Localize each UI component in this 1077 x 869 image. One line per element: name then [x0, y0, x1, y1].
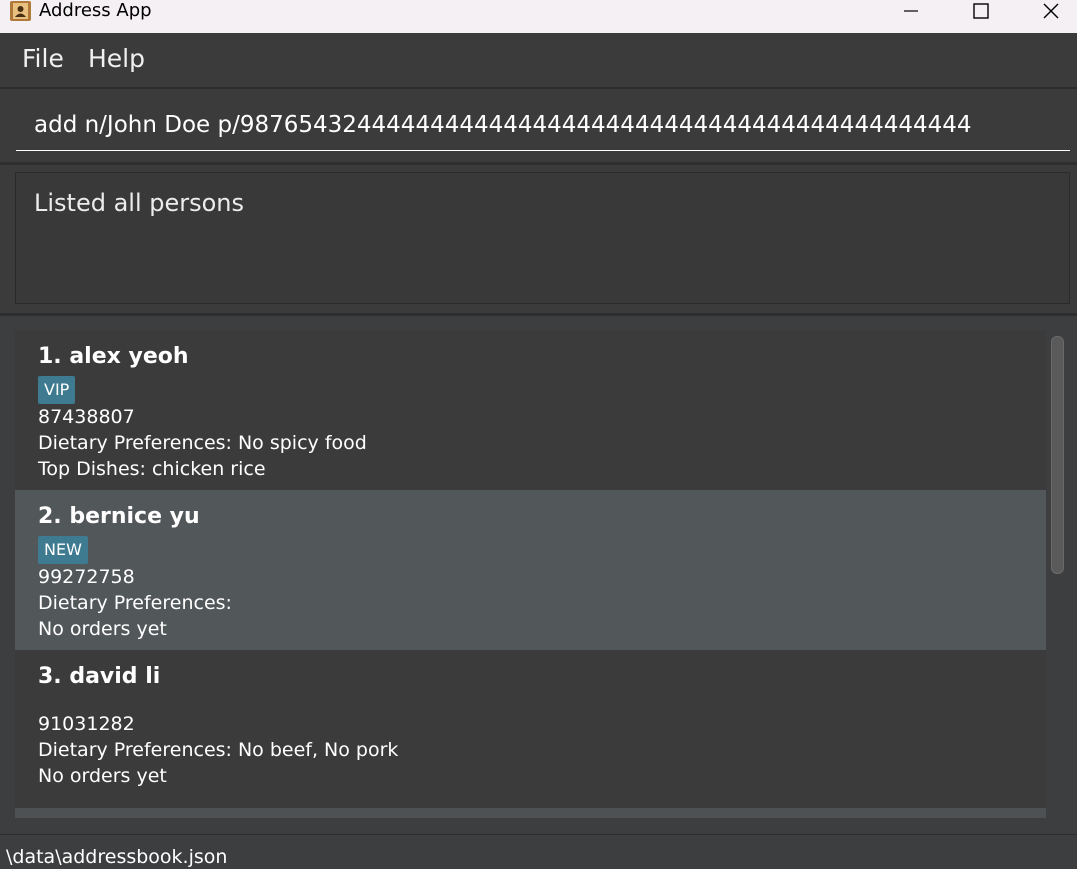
close-button[interactable]: [1028, 0, 1074, 24]
maximize-icon: [973, 3, 989, 19]
person-top-dishes: No orders yet: [38, 765, 167, 787]
result-message: Listed all persons: [34, 189, 245, 217]
window-title: Address App: [39, 0, 152, 21]
person-phone: 91031282: [38, 713, 135, 735]
person-phone: 87438807: [38, 406, 135, 428]
command-input[interactable]: [16, 99, 1070, 151]
close-icon: [1043, 3, 1059, 19]
person-dietary: Dietary Preferences:: [38, 592, 232, 614]
address-book-icon: [10, 1, 31, 21]
list-scrollbar[interactable]: [1051, 336, 1064, 574]
maximize-button[interactable]: [958, 0, 1004, 24]
person-dietary: Dietary Preferences: No spicy food: [38, 432, 367, 454]
result-display-panel: Listed all persons: [0, 165, 1077, 316]
person-list-panel: 1. alex yeoh VIP 87438807 Dietary Prefer…: [0, 316, 1077, 834]
menu-bar: File Help: [0, 33, 1077, 89]
tag-badge: NEW: [38, 536, 88, 564]
person-list[interactable]: 1. alex yeoh VIP 87438807 Dietary Prefer…: [15, 330, 1046, 818]
person-name: 3. david li: [38, 664, 161, 689]
title-bar: Address App: [0, 0, 1077, 33]
person-card[interactable]: 1. alex yeoh VIP 87438807 Dietary Prefer…: [15, 330, 1046, 490]
person-name: 1. alex yeoh: [38, 344, 189, 369]
result-display: Listed all persons: [15, 172, 1070, 304]
person-top-dishes: No orders yet: [38, 618, 167, 640]
person-card[interactable]: 3. david li 91031282 Dietary Preferences…: [15, 650, 1046, 808]
menu-file[interactable]: File: [22, 44, 64, 74]
minimize-icon: [904, 10, 918, 12]
person-dietary: Dietary Preferences: No beef, No pork: [38, 739, 399, 761]
menu-help[interactable]: Help: [88, 44, 145, 74]
person-phone: 99272758: [38, 566, 135, 588]
person-top-dishes: Top Dishes: chicken rice: [38, 458, 266, 480]
minimize-button[interactable]: [888, 0, 934, 24]
person-name: 2. bernice yu: [38, 504, 200, 529]
save-file-path: \data\addressbook.json: [6, 846, 228, 868]
status-bar: \data\addressbook.json: [0, 834, 1077, 868]
command-box: [0, 89, 1077, 165]
tag-badge: VIP: [38, 376, 76, 404]
person-card-partial[interactable]: [15, 808, 1046, 818]
person-card-selected[interactable]: 2. bernice yu NEW 99272758 Dietary Prefe…: [15, 490, 1046, 650]
